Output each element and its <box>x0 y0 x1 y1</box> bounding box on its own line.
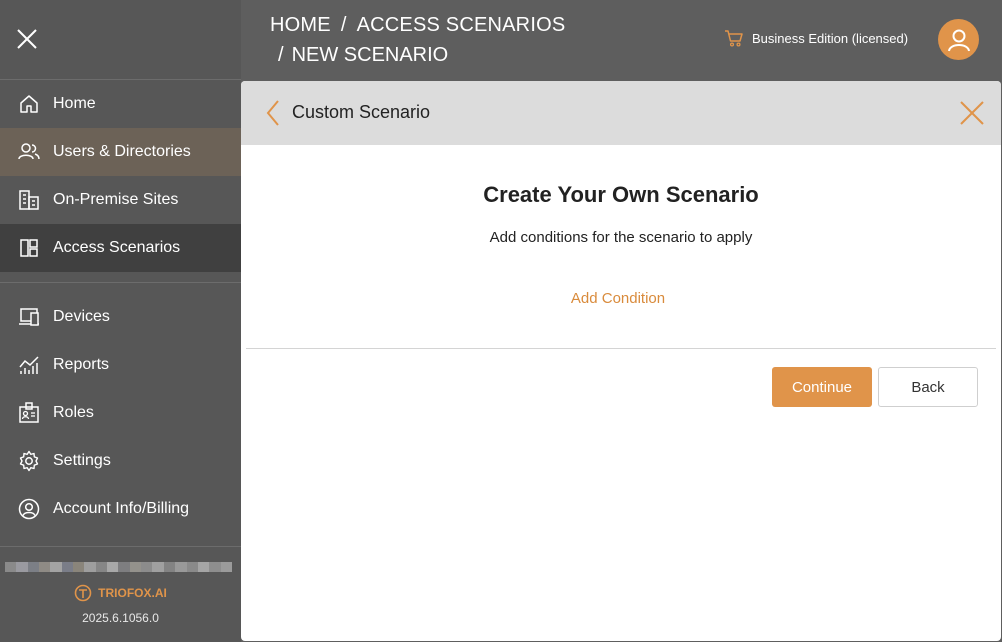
add-condition-link[interactable]: Add Condition <box>241 290 995 307</box>
gear-icon <box>18 450 40 472</box>
nav-secondary: Devices Reports Roles Settings Account I… <box>0 283 241 547</box>
page-title: Create Your Own Scenario <box>483 182 759 207</box>
building-icon <box>18 189 40 211</box>
license-label: Business Edition (licensed) <box>752 30 909 46</box>
sidebar-item-devices[interactable]: Devices <box>0 293 241 341</box>
sidebar-item-label: On-Premise Sites <box>53 191 179 208</box>
divider <box>246 348 996 349</box>
breadcrumb-line-2: / NEW SCENARIO <box>278 44 448 67</box>
close-icon[interactable] <box>16 28 38 50</box>
breadcrumb: HOME / ACCESS SCENARIOS <box>270 14 565 37</box>
sidebar-footer: TRIOFOX.AI 2025.6.1056.0 <box>0 546 241 642</box>
sidebar-item-roles[interactable]: Roles <box>0 389 241 437</box>
sidebar-item-label: Devices <box>53 308 110 325</box>
sidebar-item-label: Reports <box>53 356 110 373</box>
panel-title: Custom Scenario <box>292 102 431 122</box>
breadcrumb-separator: / <box>278 44 284 66</box>
breadcrumb-separator: / <box>340 14 347 36</box>
sidebar: Home Users & Directories On-Premise Site… <box>0 0 241 642</box>
panel-header: Custom Scenario <box>241 81 1001 145</box>
user-circle-icon <box>18 498 40 520</box>
redacted-strip <box>5 562 232 572</box>
triofox-logo-icon <box>74 584 92 602</box>
chevron-left-icon[interactable] <box>265 99 281 127</box>
sidebar-item-account-billing[interactable]: Account Info/Billing <box>0 485 241 533</box>
close-icon[interactable] <box>959 100 985 126</box>
brand-name: TRIOFOX.AI <box>98 586 167 600</box>
top-header: HOME / ACCESS SCENARIOS / NEW SCENARIO Busi… <box>241 0 1002 81</box>
user-icon <box>947 29 970 51</box>
devices-icon <box>18 306 40 328</box>
sidebar-item-label: Settings <box>53 452 111 469</box>
id-badge-icon <box>18 402 40 424</box>
sidebar-item-access-scenarios[interactable]: Access Scenarios <box>0 224 241 272</box>
reports-icon <box>18 354 40 376</box>
sidebar-top <box>0 0 241 80</box>
nav-primary: Home Users & Directories On-Premise Site… <box>0 80 241 283</box>
breadcrumb-new-scenario: NEW SCENARIO <box>291 44 449 66</box>
sidebar-item-users[interactable]: Users & Directories <box>0 128 241 176</box>
license-info[interactable]: Business Edition (licensed) <box>724 28 908 48</box>
scenario-panel: Custom Scenario Create Your Own Scenario… <box>241 81 1001 641</box>
version-label: 2025.6.1056.0 <box>82 611 159 625</box>
back-button[interactable]: Back <box>878 367 978 407</box>
sidebar-item-label: Home <box>53 95 96 112</box>
layout-icon <box>18 237 40 259</box>
home-icon <box>18 93 40 115</box>
sidebar-item-label: Users & Directories <box>53 143 191 160</box>
sidebar-item-on-premise[interactable]: On-Premise Sites <box>0 176 241 224</box>
cart-icon <box>725 30 743 47</box>
sidebar-item-label: Account Info/Billing <box>53 500 190 517</box>
brand-logo: TRIOFOX.AI <box>0 584 241 602</box>
continue-button[interactable]: Continue <box>772 367 872 407</box>
sidebar-item-label: Roles <box>53 404 94 421</box>
page-subtitle: Add conditions for the scenario to apply <box>489 229 753 246</box>
sidebar-item-label: Access Scenarios <box>53 239 181 256</box>
breadcrumb-access-scenarios[interactable]: ACCESS SCENARIOS <box>357 14 566 36</box>
sidebar-item-reports[interactable]: Reports <box>0 341 241 389</box>
users-icon <box>18 141 40 163</box>
avatar[interactable] <box>938 19 979 60</box>
breadcrumb-home[interactable]: HOME <box>270 14 331 36</box>
sidebar-item-home[interactable]: Home <box>0 80 241 128</box>
sidebar-item-settings[interactable]: Settings <box>0 437 241 485</box>
